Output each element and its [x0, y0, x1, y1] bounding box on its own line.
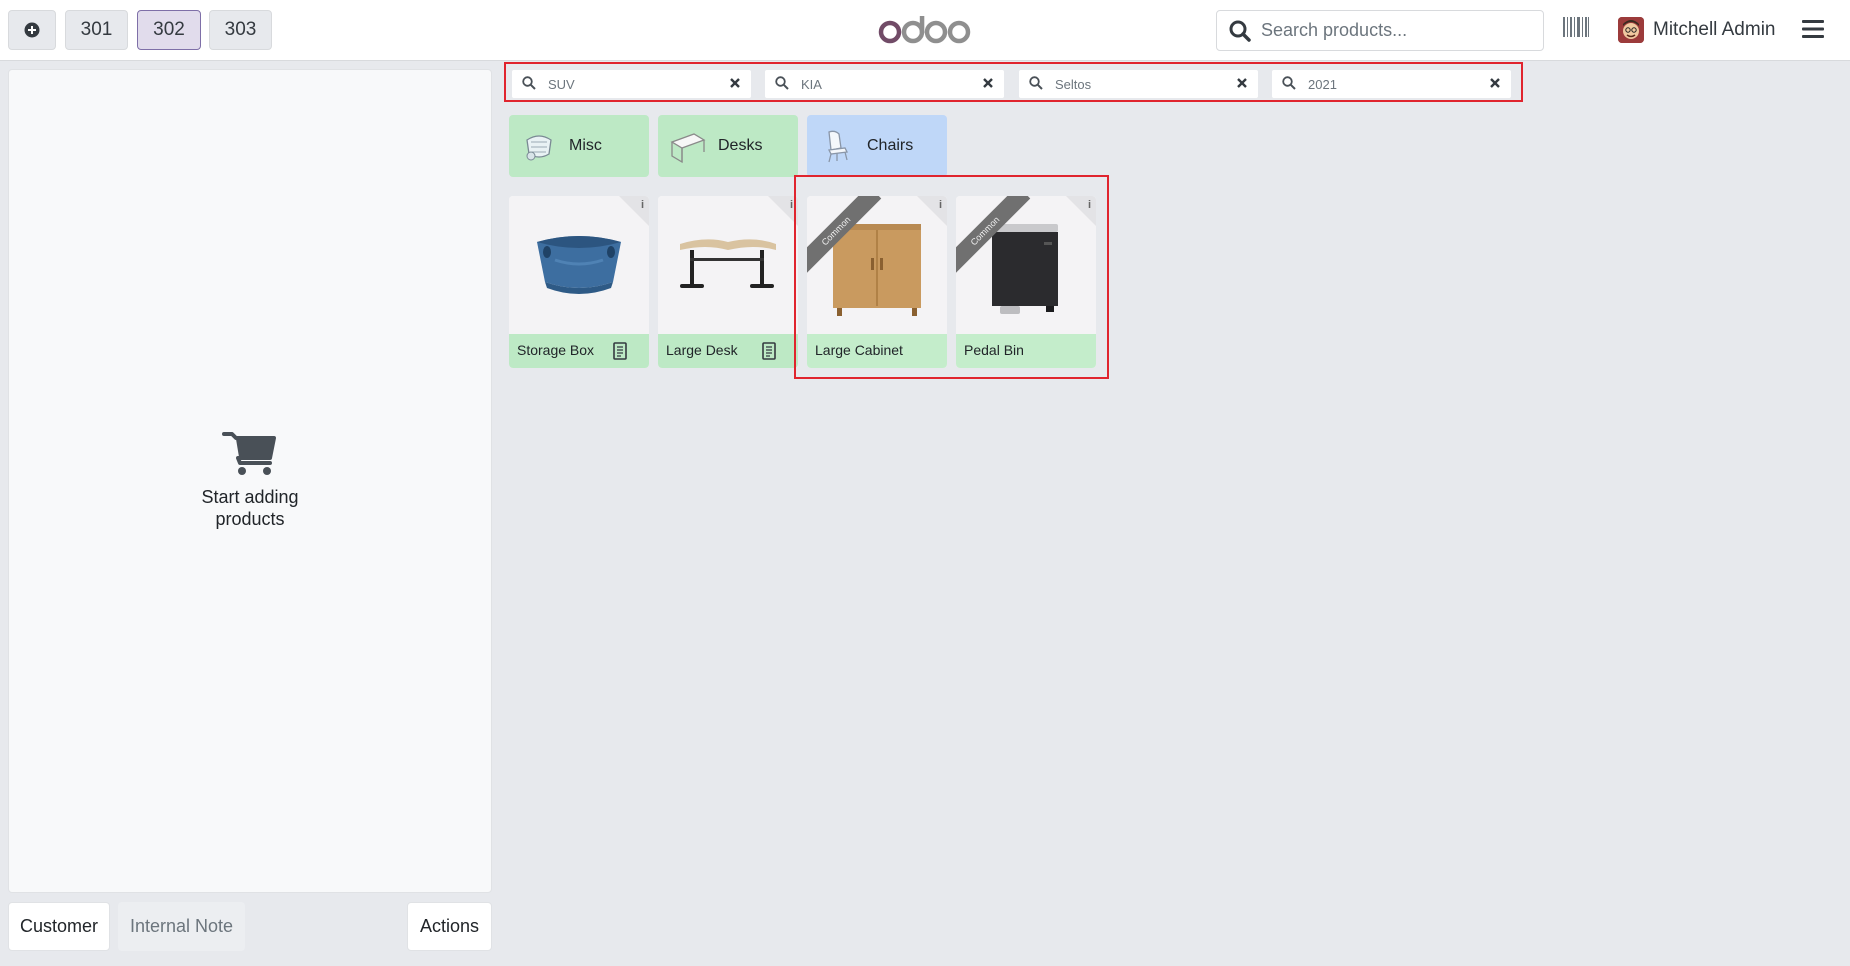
filter-value: SUV — [548, 77, 575, 92]
product-name: Large Desk — [658, 334, 798, 368]
product-info-corner — [619, 196, 649, 226]
product-card-large-desk[interactable]: i Large Desk — [658, 196, 798, 368]
attribute-filters: SUV KIA Seltos 2021 — [504, 62, 1523, 102]
filter-value: 2021 — [1308, 77, 1337, 92]
category-desks[interactable]: Desks — [658, 115, 798, 177]
plus-circle-icon — [24, 22, 40, 38]
odoo-logo — [878, 16, 971, 44]
info-icon[interactable]: i — [641, 199, 644, 211]
new-order-button[interactable] — [8, 10, 56, 50]
product-search[interactable] — [1216, 10, 1544, 51]
order-tab-303[interactable]: 303 — [209, 10, 272, 50]
product-name: Storage Box — [509, 334, 649, 368]
order-panel: Start adding products — [8, 69, 492, 893]
category-misc[interactable]: Misc — [509, 115, 649, 177]
close-icon[interactable] — [982, 77, 994, 89]
empty-order-text: Start adding products — [201, 487, 299, 529]
internal-note-button[interactable]: Internal Note — [118, 902, 245, 951]
document-icon — [613, 342, 627, 360]
search-icon — [1282, 76, 1296, 90]
filter-value: Seltos — [1055, 77, 1092, 92]
misc-category-icon — [526, 135, 552, 161]
filter-suv[interactable]: SUV — [512, 70, 751, 98]
filter-2021[interactable]: 2021 — [1272, 70, 1511, 98]
order-tab-302[interactable]: 302 — [137, 10, 201, 50]
avatar — [1618, 17, 1644, 43]
customer-button[interactable]: Customer — [8, 902, 110, 951]
barcode-icon[interactable] — [1563, 17, 1589, 37]
menu-hamburger-icon[interactable] — [1802, 19, 1824, 39]
close-icon[interactable] — [729, 77, 741, 89]
filter-value: KIA — [801, 77, 822, 92]
category-chairs[interactable]: Chairs — [807, 115, 947, 177]
document-icon — [762, 342, 776, 360]
category-label: Desks — [718, 137, 763, 154]
desk-category-icon — [670, 133, 706, 164]
search-icon — [775, 76, 789, 90]
search-icon — [1029, 76, 1043, 90]
highlight-box — [794, 175, 1109, 379]
cart-icon — [222, 432, 276, 475]
close-icon[interactable] — [1236, 77, 1248, 89]
user-menu[interactable]: Mitchell Admin — [1618, 16, 1776, 44]
actions-button[interactable]: Actions — [407, 902, 492, 951]
chair-category-icon — [828, 130, 848, 163]
pos-header: 301 302 303 Search products... Mitchell … — [0, 0, 1850, 61]
product-card-storage-box[interactable]: i Storage Box — [509, 196, 649, 368]
category-label: Misc — [569, 137, 602, 154]
order-tab-301[interactable]: 301 — [65, 10, 128, 50]
filter-kia[interactable]: KIA — [765, 70, 1004, 98]
search-icon — [1229, 20, 1251, 42]
user-name: Mitchell Admin — [1653, 19, 1776, 40]
product-search-input[interactable] — [1261, 11, 1531, 50]
close-icon[interactable] — [1489, 77, 1501, 89]
search-icon — [522, 76, 536, 90]
empty-order-message: Start adding products — [9, 430, 491, 530]
filter-seltos[interactable]: Seltos — [1019, 70, 1258, 98]
info-icon[interactable]: i — [790, 199, 793, 211]
category-label: Chairs — [867, 137, 914, 154]
